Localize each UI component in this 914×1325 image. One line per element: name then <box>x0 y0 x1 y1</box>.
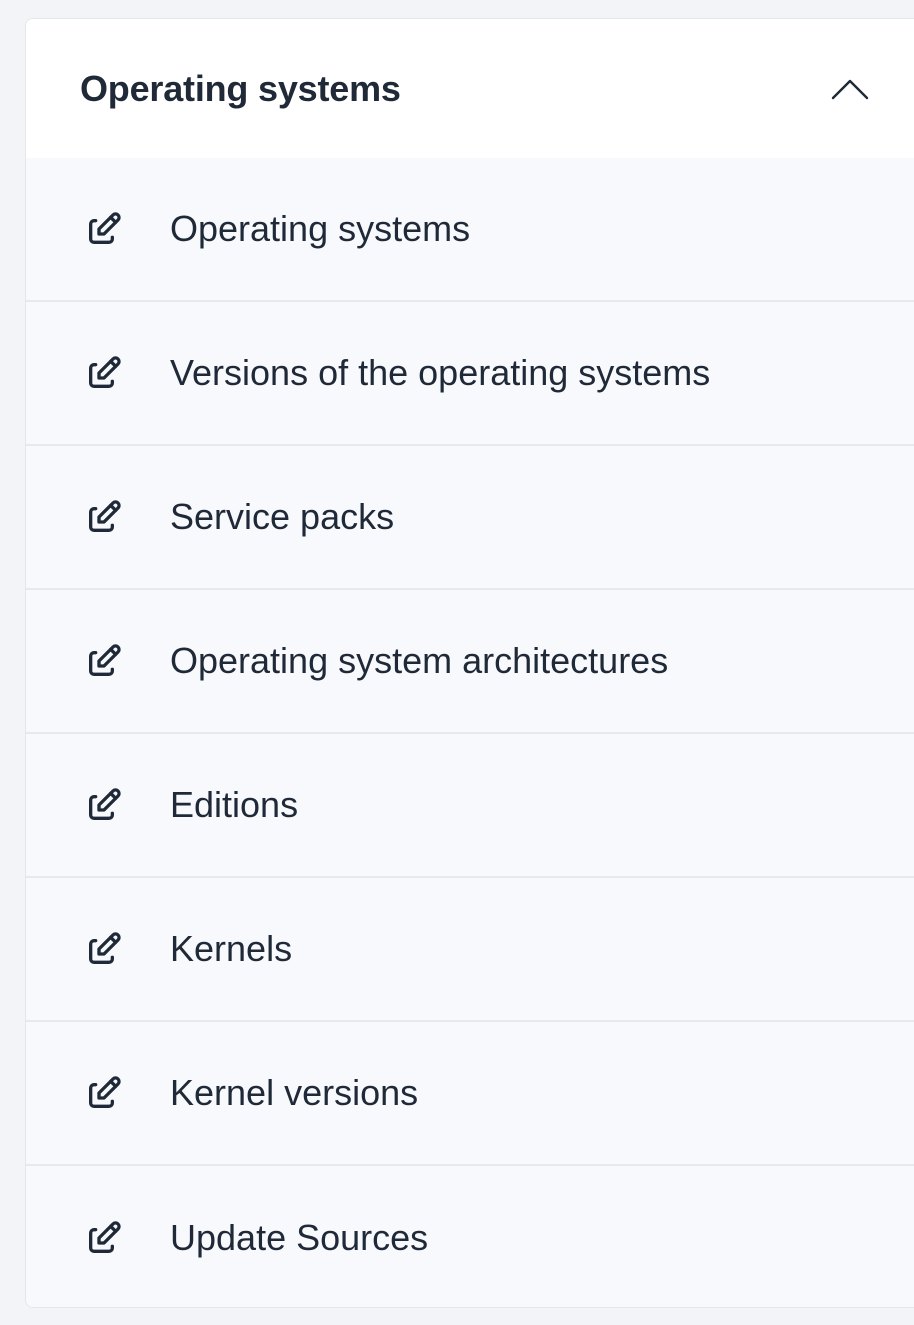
accordion-title: Operating systems <box>80 67 401 109</box>
list-item-editions[interactable]: Editions <box>26 734 914 878</box>
accordion-items: Operating systems Versions of the operat… <box>26 158 914 1307</box>
edit-icon <box>84 1073 124 1113</box>
list-item-os-versions[interactable]: Versions of the operating systems <box>26 302 914 446</box>
edit-icon <box>84 209 124 249</box>
list-item-label: Update Sources <box>170 1217 429 1258</box>
list-item-kernel-versions[interactable]: Kernel versions <box>26 1022 914 1166</box>
edit-icon <box>84 641 124 681</box>
list-item-label: Operating systems <box>170 208 471 249</box>
edit-icon <box>84 1218 124 1258</box>
list-item-label: Kernel versions <box>170 1072 419 1113</box>
list-item-label: Kernels <box>170 928 293 969</box>
edit-icon <box>84 785 124 825</box>
edit-icon <box>84 497 124 537</box>
list-item-os-architectures[interactable]: Operating system architectures <box>26 590 914 734</box>
operating-systems-accordion: Operating systems Operating systems Vers… <box>25 18 914 1308</box>
chevron-up-icon[interactable] <box>831 77 869 101</box>
list-item-operating-systems[interactable]: Operating systems <box>26 158 914 302</box>
accordion-header[interactable]: Operating systems <box>26 19 914 158</box>
list-item-kernels[interactable]: Kernels <box>26 878 914 1022</box>
list-item-label: Service packs <box>170 496 395 537</box>
list-item-update-sources[interactable]: Update Sources <box>26 1166 914 1307</box>
list-item-label: Editions <box>170 784 299 825</box>
list-item-service-packs[interactable]: Service packs <box>26 446 914 590</box>
edit-icon <box>84 929 124 969</box>
edit-icon <box>84 353 124 393</box>
list-item-label: Operating system architectures <box>170 640 669 681</box>
list-item-label: Versions of the operating systems <box>170 352 711 393</box>
